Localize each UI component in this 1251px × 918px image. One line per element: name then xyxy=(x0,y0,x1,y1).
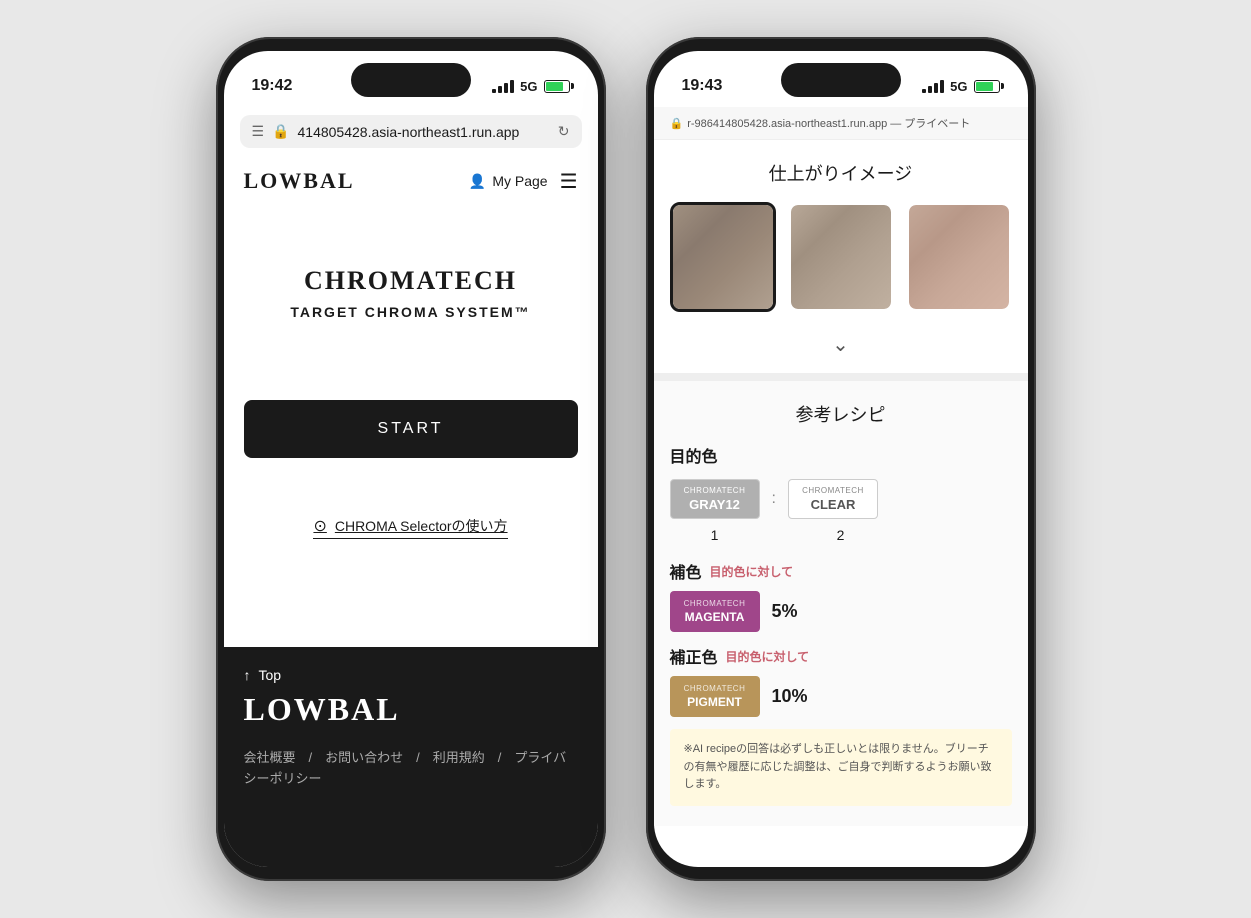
signal-bar-1 xyxy=(492,89,496,93)
finish-image-section: 仕上がりイメージ ⌄ xyxy=(654,140,1028,373)
nav-right-1: 👤 My Page ☰ xyxy=(469,169,578,194)
magenta-chip: CHROMATECH MAGENTA xyxy=(670,591,760,632)
mypage-link[interactable]: 👤 My Page xyxy=(469,173,548,190)
battery-fill-2 xyxy=(976,82,994,91)
url-bar-1[interactable]: ☰ 🔒 414805428.asia-northeast1.run.app ↻ xyxy=(240,115,582,148)
product2-name: CLEAR xyxy=(811,497,856,512)
signal-bars-1 xyxy=(492,80,514,93)
pigment-chip: CHROMATECH PIGMENT xyxy=(670,676,760,717)
signal-bar-7 xyxy=(934,83,938,93)
hero-title: CHROMATECH xyxy=(304,266,517,296)
signal-bar-3 xyxy=(504,83,508,93)
battery-icon-1 xyxy=(544,80,570,93)
correction-row: CHROMATECH PIGMENT 10% xyxy=(670,676,1012,717)
footer-arrow-icon: ↑ xyxy=(244,667,251,683)
swatch-2-container[interactable] xyxy=(788,202,894,312)
correction-name: PIGMENT xyxy=(687,695,742,709)
battery-fill-1 xyxy=(546,82,564,91)
recipe-products-row: CHROMATECH GRAY12 : CHROMATECH CLEAR xyxy=(670,479,1012,519)
url-text-2: r-986414805428.asia-northeast1.run.app —… xyxy=(687,115,970,131)
menu-icon: ☰ xyxy=(252,123,265,140)
correction-percent: 10% xyxy=(772,686,808,707)
url-bar-2: 🔒 r-986414805428.asia-northeast1.run.app… xyxy=(654,107,1028,140)
status-time-2: 19:43 xyxy=(682,77,723,95)
swatch-3 xyxy=(909,205,1009,309)
product-chip-clear: CHROMATECH CLEAR xyxy=(788,479,878,519)
url-text-1: 414805428.asia-northeast1.run.app xyxy=(298,124,550,140)
phone2-content[interactable]: 仕上がりイメージ ⌄ 参考レシピ xyxy=(654,140,1028,867)
lock-icon: 🔒 xyxy=(272,123,289,140)
lock-icon-2: 🔒 xyxy=(670,117,684,130)
dynamic-island-1 xyxy=(351,63,471,97)
ratio-num-1: 1 xyxy=(670,527,760,543)
supplement-sublabel: 目的色に対して xyxy=(710,563,794,580)
swatch-2 xyxy=(791,205,891,309)
refresh-icon[interactable]: ↻ xyxy=(558,123,570,140)
phone-2: 19:43 5G 🔒 r-986414805428.asia-northeast… xyxy=(646,37,1036,881)
status-icons-1: 5G xyxy=(492,79,569,94)
swatch-3-container[interactable] xyxy=(906,202,1012,312)
supplement-row: CHROMATECH MAGENTA 5% xyxy=(670,591,1012,632)
footer-links: 会社概要 / お問い合わせ / 利用規約 / プライバシーポリシー xyxy=(244,748,578,790)
footer-top-text: Top xyxy=(259,667,282,683)
phone-1-screen: 19:42 5G ☰ 🔒 414805428.asia-northeast1.r… xyxy=(224,51,598,867)
recipe-section: 参考レシピ 目的色 CHROMATECH GRAY12 : CHROMATECH… xyxy=(654,381,1028,826)
supplement-label-text: 補色 xyxy=(670,559,702,583)
swatch-1 xyxy=(673,205,773,309)
correction-label-text: 補正色 xyxy=(670,644,718,668)
instagram-link[interactable]: ⊙ CHROMA Selectorの使い方 xyxy=(313,516,507,539)
correction-label: 補正色 目的色に対して xyxy=(670,644,1012,668)
footer-1: ↑ Top LOWBAL 会社概要 / お問い合わせ / 利用規約 / プライバ… xyxy=(224,647,598,867)
logo-1: LOWBAL xyxy=(244,168,355,194)
product-chip-gray12: CHROMATECH GRAY12 xyxy=(670,479,760,519)
instagram-icon: ⊙ xyxy=(313,516,326,536)
correction-sublabel: 目的色に対して xyxy=(726,648,810,665)
disclaimer: ※AI recipeの回答は必ずしも正しいとは限りません。ブリーチの有無や履歴に… xyxy=(670,729,1012,806)
ratio-numbers: 1 2 xyxy=(670,527,1012,543)
purpose-color-label: 目的色 xyxy=(670,443,1012,467)
dynamic-island-2 xyxy=(781,63,901,97)
swatches-row xyxy=(654,202,1028,324)
signal-bar-5 xyxy=(922,89,926,93)
hero-content: CHROMATECH TARGET CHROMA SYSTEM™ xyxy=(224,206,598,360)
signal-bar-8 xyxy=(940,80,944,93)
ratio-colon: : xyxy=(772,490,776,508)
phone-1: 19:42 5G ☰ 🔒 414805428.asia-northeast1.r… xyxy=(216,37,606,881)
product1-name: GRAY12 xyxy=(689,497,740,512)
product1-brand: CHROMATECH xyxy=(684,486,746,495)
status-time-1: 19:42 xyxy=(252,77,293,95)
supplement-name: MAGENTA xyxy=(685,610,745,624)
signal-bar-6 xyxy=(928,86,932,93)
footer-logo: LOWBAL xyxy=(244,691,578,728)
battery-icon-2 xyxy=(974,80,1000,93)
finish-image-title: 仕上がりイメージ xyxy=(654,140,1028,202)
supplement-label: 補色 目的色に対して xyxy=(670,559,1012,583)
signal-bars-2 xyxy=(922,80,944,93)
section-divider xyxy=(654,373,1028,381)
hero-subtitle: TARGET CHROMA SYSTEM™ xyxy=(290,304,530,320)
signal-bar-4 xyxy=(510,80,514,93)
supplement-percent: 5% xyxy=(772,601,798,622)
phone-2-screen: 19:43 5G 🔒 r-986414805428.asia-northeast… xyxy=(654,51,1028,867)
supplement-brand: CHROMATECH xyxy=(684,599,746,608)
signal-label-1: 5G xyxy=(520,79,537,94)
status-icons-2: 5G xyxy=(922,79,999,94)
nav-bar-1: LOWBAL 👤 My Page ☰ xyxy=(224,156,598,206)
signal-label-2: 5G xyxy=(950,79,967,94)
ratio-num-2: 2 xyxy=(796,527,886,543)
correction-brand: CHROMATECH xyxy=(684,684,746,693)
instagram-link-text: CHROMA Selectorの使い方 xyxy=(335,516,508,536)
product2-brand: CHROMATECH xyxy=(802,486,864,495)
account-icon: 👤 xyxy=(469,173,486,190)
recipe-title: 参考レシピ xyxy=(670,401,1012,427)
hamburger-icon[interactable]: ☰ xyxy=(560,169,578,194)
mypage-label: My Page xyxy=(492,173,547,189)
swatch-1-container[interactable] xyxy=(670,202,776,312)
start-button[interactable]: START xyxy=(244,400,578,458)
chevron-down-icon[interactable]: ⌄ xyxy=(654,324,1028,373)
signal-bar-2 xyxy=(498,86,502,93)
